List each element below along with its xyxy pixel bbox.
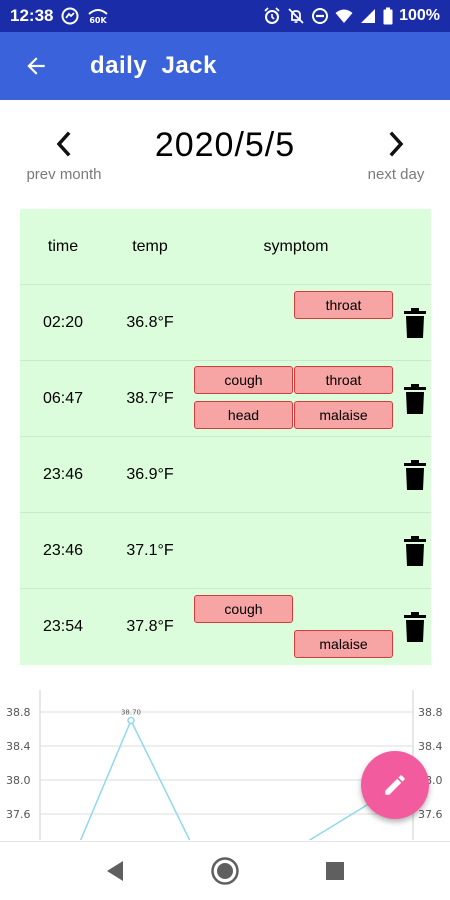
y-tick-label-right: 38.4 [418,740,443,753]
y-tick-label-left: 38.0 [6,774,31,787]
do-not-disturb-icon [311,7,329,25]
y-tick-label-left: 38.4 [6,740,31,753]
back-button[interactable] [0,32,72,100]
trash-icon [403,307,426,338]
delete-button[interactable] [398,437,431,513]
bell-off-icon [287,7,305,25]
table-row[interactable]: 23:46 36.9°F [20,437,431,513]
trash-icon [403,612,426,642]
trash-icon [403,383,426,414]
status-bar: 12:38 60K 100% [0,0,450,32]
symptom-cell: cough malaise [194,589,398,665]
symptom-chip: malaise [294,400,393,429]
row-temp: 36.9°F [126,465,174,483]
trash-icon [403,535,426,566]
symptom-cell: throat [194,285,398,361]
battery-percent: 100% [399,7,440,24]
data-label: 38.70 [121,709,141,717]
data-saver-icon: 60K [87,7,109,25]
alarm-icon [263,7,281,25]
symptom-chip: cough [194,595,293,623]
header-temp: temp [132,237,168,255]
delete-button[interactable] [398,513,431,589]
records-table: time temp symptom 02:20 36.8°F throat 06… [20,209,431,665]
row-time: 06:47 [42,389,84,407]
page-title: daily Jack [90,52,217,79]
symptom-chip: head [194,400,293,429]
table-row[interactable]: 02:20 36.8°F throat [20,285,431,361]
symptom-chip: throat [294,290,393,319]
system-nav-bar [0,841,450,900]
status-time: 12:38 [10,6,54,25]
row-temp: 38.7°F [126,389,174,407]
delete-button[interactable] [398,361,431,437]
messenger-icon [61,7,79,25]
row-time: 23:54 [42,618,84,635]
next-day-button[interactable]: next day [356,126,436,183]
row-temp: 36.8°F [126,313,174,331]
symptom-chip: malaise [294,630,393,658]
row-time: 23:46 [42,465,84,483]
signal-icon [359,7,377,25]
y-tick-label-left: 37.6 [6,808,31,821]
row-time: 02:20 [42,313,84,331]
row-temp: 37.8°F [126,618,174,635]
chevron-right-icon [389,131,404,157]
symptom-cell: cough throat head malaise [194,361,398,437]
symptom-cell [194,513,398,589]
recents-square-icon [326,862,344,880]
delete-button[interactable] [398,285,431,361]
y-tick-label-left: 38.8 [6,706,31,719]
home-circle-icon [211,857,239,885]
back-triangle-icon [107,861,123,881]
nav-recents-button[interactable] [315,851,355,891]
row-time: 23:46 [42,541,84,559]
nav-back-button[interactable] [95,851,135,891]
symptom-chip: throat [294,365,393,394]
data-badge: 60K [90,16,108,25]
symptom-chip: cough [194,365,293,394]
table-header: time temp symptom [20,209,431,285]
y-tick-label-right: 38.8 [418,706,443,719]
table-row[interactable]: 23:46 37.1°F [20,513,431,589]
edit-fab[interactable] [361,751,429,819]
next-day-label: next day [367,166,425,183]
nav-home-button[interactable] [205,851,245,891]
date-navigator: prev month 2020/5/5 next day [0,120,450,200]
pencil-icon [385,775,405,795]
header-symptom: symptom [263,237,329,255]
delete-button[interactable] [398,589,431,665]
trash-icon [403,459,426,490]
table-row[interactable]: 06:47 38.7°F cough throat head malaise [20,361,431,437]
app-screen: 12:38 60K 100% daily Jack prev month 202… [0,0,450,900]
row-temp: 37.1°F [126,541,174,559]
y-tick-label-right: 37.6 [418,808,443,821]
symptom-cell [194,437,398,513]
app-bar: daily Jack [0,32,450,100]
prev-month-label: prev month [26,166,102,183]
wifi-icon [335,7,353,25]
table-row[interactable]: 23:54 37.8°F cough malaise [20,589,431,665]
arrow-left-icon [27,57,45,75]
data-point [127,716,135,725]
battery-icon [383,7,393,25]
header-time: time [47,237,79,255]
